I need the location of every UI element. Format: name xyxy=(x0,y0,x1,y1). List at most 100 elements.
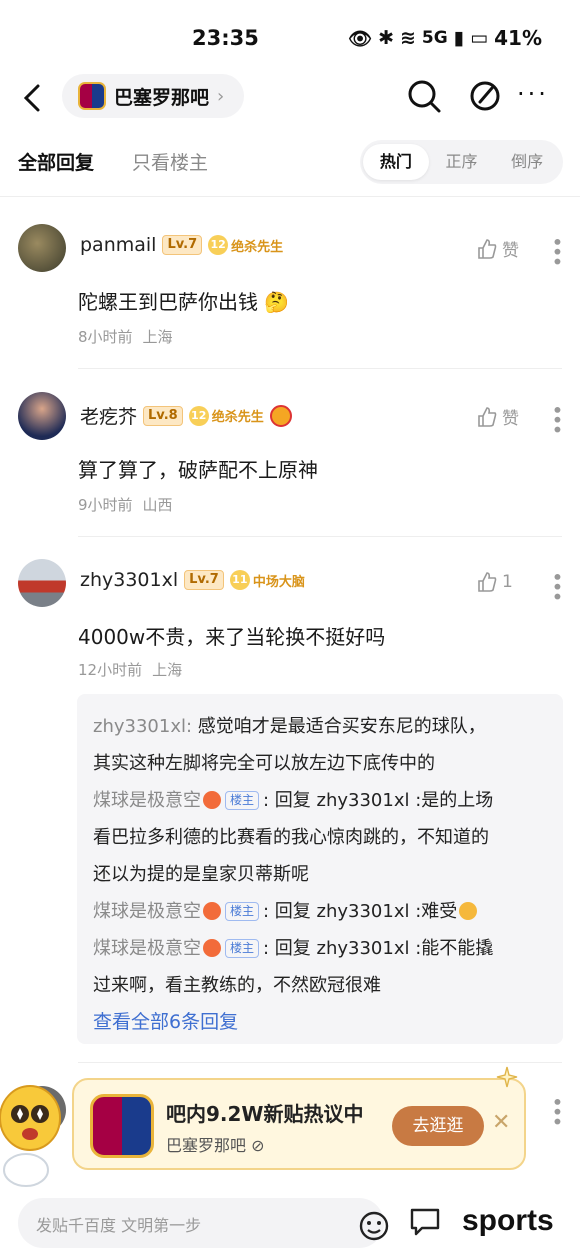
sub-replies-box: zhy3301xl: 感觉咱才是最适合买安东尼的球队， 其实这种左脚将完全可以放… xyxy=(77,694,563,1044)
status-bar: 23:35 👁 ✱ ≋ 5G ▮ ▭ 41% xyxy=(0,0,580,74)
sort-desc[interactable]: 倒序 xyxy=(494,144,560,180)
upset-emoji-icon xyxy=(459,902,478,920)
like-button[interactable]: 赞 xyxy=(476,236,519,261)
avatar[interactable] xyxy=(18,559,66,607)
thumb-up-icon xyxy=(478,406,497,427)
sub-reply[interactable]: 煤球是极意空 楼主: 回复 zhy3301xl :是的上场 xyxy=(93,782,547,819)
reply-username[interactable]: 煤球是极意空 xyxy=(93,938,201,959)
angry-emoji-icon xyxy=(203,791,221,809)
owner-tag: 楼主 xyxy=(225,791,260,810)
more-icon[interactable]: ··· xyxy=(517,76,557,116)
like-label: 赞 xyxy=(502,241,519,261)
tab-owner-only[interactable]: 只看楼主 xyxy=(132,148,208,175)
edit-icon[interactable] xyxy=(466,76,506,116)
promo-forum-name: 巴塞罗那吧 xyxy=(166,1136,247,1155)
username[interactable]: zhy3301xl xyxy=(80,569,178,591)
comment-menu-icon[interactable]: ••• xyxy=(545,1096,569,1125)
promo-title: 吧内9.2W新贴热议中 xyxy=(166,1102,364,1126)
link-icon: ⊘ xyxy=(251,1136,265,1155)
reply-input-placeholder: 发贴千百度 文明第一步 xyxy=(36,1216,202,1235)
sub-reply[interactable]: 煤球是极意空 楼主: 回复 zhy3301xl :能不能撬 xyxy=(93,930,547,967)
close-icon[interactable]: ✕ xyxy=(492,1110,510,1135)
angry-emoji-icon xyxy=(203,939,221,957)
username[interactable]: 老疙芥 xyxy=(80,402,137,429)
like-button[interactable]: 赞 xyxy=(476,404,519,429)
comment-menu-icon[interactable]: ••• xyxy=(545,571,569,600)
gamepad-badge-icon xyxy=(269,404,292,427)
sort-hot[interactable]: 热门 xyxy=(363,144,429,180)
title-badge: 12 绝杀先生 xyxy=(188,405,264,426)
reply-text: : 回复 zhy3301xl :能不能撬 xyxy=(263,938,494,959)
battery-icon: ▭ xyxy=(470,27,489,49)
angry-emoji-icon xyxy=(203,902,221,920)
owner-tag: 楼主 xyxy=(225,939,260,958)
comment-menu-icon[interactable]: ••• xyxy=(545,236,569,265)
reply-username[interactable]: 煤球是极意空 xyxy=(93,901,201,922)
tab-all-replies[interactable]: 全部回复 xyxy=(18,148,94,175)
comment-location: 上海 xyxy=(142,328,173,346)
avatar[interactable] xyxy=(18,224,66,272)
comment-header: 老疙芥 Lv.8 12 绝杀先生 xyxy=(80,402,292,429)
comment-header: panmail Lv.7 12 绝杀先生 xyxy=(80,234,283,256)
comment-time: 9小时前 xyxy=(78,496,133,514)
reply-username[interactable]: 煤球是极意空 xyxy=(93,790,201,811)
back-icon[interactable] xyxy=(18,78,48,118)
network-label: 5G xyxy=(421,28,448,48)
bluetooth-icon: ✱ xyxy=(378,27,394,49)
comment-menu-icon[interactable]: ••• xyxy=(545,404,569,433)
reply-tabs: 全部回复 只看楼主 热门 正序 倒序 xyxy=(0,140,580,188)
reply-input[interactable]: 发贴千百度 文明第一步 xyxy=(18,1198,389,1248)
divider xyxy=(0,196,580,197)
avatar[interactable] xyxy=(18,392,66,440)
emoji-icon[interactable] xyxy=(358,1210,390,1242)
medal-icon: 12 xyxy=(188,405,209,426)
sort-toggle: 热门 正序 倒序 xyxy=(360,140,563,184)
medal-icon: 12 xyxy=(208,235,229,255)
comment-icon[interactable] xyxy=(408,1204,442,1238)
promo-forum-logo-icon xyxy=(90,1094,154,1158)
comment-meta: 9小时前 山西 xyxy=(78,494,173,515)
search-icon[interactable] xyxy=(404,76,444,116)
mascot-icon[interactable] xyxy=(0,1078,66,1188)
medal-icon: 11 xyxy=(229,570,250,590)
divider xyxy=(78,368,562,369)
forum-logo-icon xyxy=(78,82,106,110)
forum-link[interactable]: 巴塞罗那吧 › xyxy=(62,74,244,118)
eye-icon: 👁 xyxy=(347,27,373,50)
forum-name: 巴塞罗那吧 xyxy=(114,86,210,109)
sub-reply-continuation: 其实这种左脚将完全可以放左边下底传中的 xyxy=(93,753,435,774)
comment-location: 山西 xyxy=(142,496,173,514)
sparkle-icon xyxy=(496,1066,518,1088)
comment-text: 4000w不贵，来了当轮换不挺好吗 xyxy=(78,625,386,649)
sub-reply-continuation: 过来啊，看主教练的，不然欧冠很难 xyxy=(93,975,381,996)
watermark-text: sports xyxy=(462,1204,554,1237)
comment-meta: 8小时前 上海 xyxy=(78,326,173,347)
sub-reply[interactable]: zhy3301xl: 感觉咱才是最适合买安东尼的球队， xyxy=(93,708,547,745)
chevron-right-icon: › xyxy=(217,85,225,107)
visit-button[interactable]: 去逛逛 xyxy=(392,1106,484,1146)
comment-time: 12小时前 xyxy=(78,661,143,679)
comment-time: 8小时前 xyxy=(78,328,133,346)
reply-username[interactable]: zhy3301xl: xyxy=(93,716,192,737)
signal-icon: ▮ xyxy=(453,27,465,49)
view-all-replies-link[interactable]: 查看全部6条回复 xyxy=(93,1004,547,1041)
level-badge: Lv.7 xyxy=(184,570,224,590)
reply-text: : 回复 zhy3301xl :是的上场 xyxy=(263,790,494,811)
thumb-up-icon xyxy=(478,572,497,592)
sub-reply-continuation: 看巴拉多利德的比赛看的我心惊肉跳的，不知道的 xyxy=(93,827,489,848)
like-button[interactable]: 1 xyxy=(476,571,513,593)
level-badge: Lv.7 xyxy=(162,235,203,255)
like-count: 1 xyxy=(502,572,513,592)
comment-text: 算了算了，破萨配不上原神 xyxy=(78,458,318,482)
comment-location: 上海 xyxy=(152,661,183,679)
divider xyxy=(78,1062,562,1063)
promo-banner[interactable]: 吧内9.2W新贴热议中 巴塞罗那吧 ⊘ 去逛逛 ✕ xyxy=(72,1078,526,1170)
sort-asc[interactable]: 正序 xyxy=(429,144,495,180)
status-icons: 👁 ✱ ≋ 5G ▮ ▭ 41% xyxy=(348,26,542,50)
bottom-input-bar: 发贴千百度 文明第一步 sports xyxy=(0,1190,580,1259)
sub-reply[interactable]: 煤球是极意空 楼主: 回复 zhy3301xl :难受 xyxy=(93,893,547,930)
username[interactable]: panmail xyxy=(80,234,156,256)
promo-subtitle: 巴塞罗那吧 ⊘ xyxy=(166,1132,265,1156)
comment-header: zhy3301xl Lv.7 11 中场大脑 xyxy=(80,569,305,591)
title-badge: 11 中场大脑 xyxy=(229,570,305,590)
